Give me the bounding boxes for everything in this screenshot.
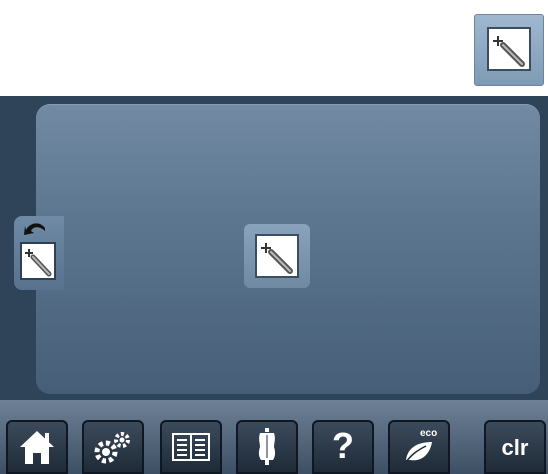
back-button[interactable] <box>22 218 48 238</box>
needle-threader-icon <box>25 249 52 277</box>
center-needle-button[interactable] <box>244 224 310 288</box>
setup-button[interactable] <box>82 420 144 474</box>
clr-button[interactable]: clr <box>484 420 546 474</box>
eco-button[interactable]: eco <box>388 420 450 474</box>
clr-label: clr <box>501 435 529 460</box>
back-arrow-icon <box>24 223 45 235</box>
home-icon <box>20 431 54 464</box>
dress-form-icon <box>258 428 276 465</box>
bottom-toolbar: ? eco clr <box>0 400 548 474</box>
help-label: ? <box>332 425 354 466</box>
needle-threader-icon <box>493 36 525 67</box>
gear-icon <box>94 432 130 464</box>
tutorial-button[interactable] <box>160 420 222 474</box>
help-button[interactable]: ? <box>312 420 374 474</box>
side-needle-button[interactable] <box>20 242 56 280</box>
book-icon <box>172 433 210 461</box>
leaf-icon <box>405 442 432 463</box>
center-needle-tile <box>255 234 299 278</box>
main-screen <box>0 96 548 400</box>
needle-threader-icon <box>261 243 293 274</box>
needle-threader-button[interactable] <box>474 14 544 86</box>
needle-threader-tile <box>487 27 531 71</box>
home-button[interactable] <box>6 420 68 474</box>
consultant-button[interactable] <box>236 420 298 474</box>
top-area <box>0 0 548 96</box>
